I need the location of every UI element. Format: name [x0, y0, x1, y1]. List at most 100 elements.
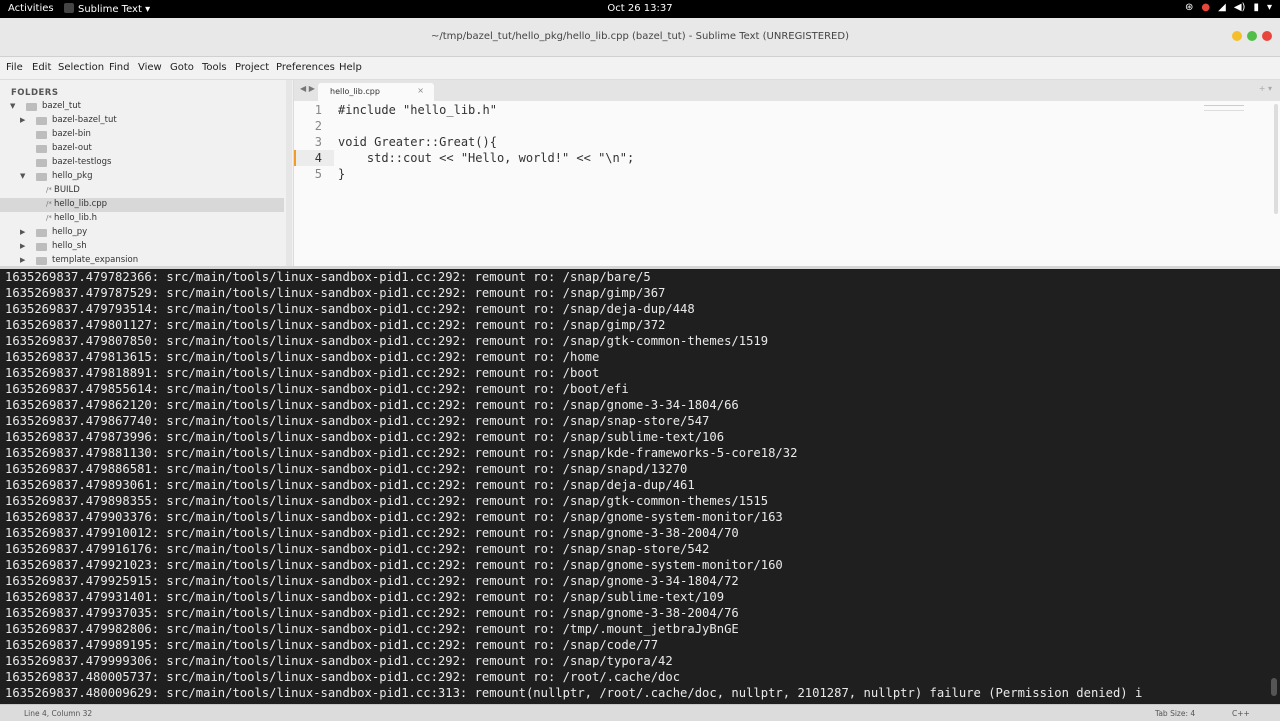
file-icon: /* [46, 214, 52, 222]
sidebar-folder-item[interactable]: ▼ hello_pkg [0, 170, 284, 184]
sidebar-file-item[interactable]: /* BUILD [0, 184, 284, 198]
code-text: void Greater::Great(){ [338, 135, 497, 149]
menu-edit[interactable]: Edit [32, 62, 51, 73]
console-line: 1635269837.479793514: src/main/tools/lin… [5, 302, 695, 316]
code-text: #include "hello_lib.h" [338, 103, 497, 117]
console-line: 1635269837.479903376: src/main/tools/lin… [5, 510, 783, 524]
minimap[interactable] [1204, 105, 1244, 111]
menu-selection[interactable]: Selection [58, 62, 104, 73]
app-menu-label: Sublime Text ▾ [78, 4, 151, 15]
sidebar-scrollbar[interactable] [286, 80, 292, 266]
activities-button[interactable]: Activities [8, 3, 54, 14]
sidebar-folder-item[interactable]: ▶ hello_py [0, 226, 284, 240]
disclosure-collapsed-icon[interactable]: ▶ [20, 256, 25, 264]
console-line: 1635269837.479982806: src/main/tools/lin… [5, 622, 739, 636]
line-number: 4 [314, 151, 322, 165]
menu-preferences[interactable]: Preferences [276, 62, 335, 73]
sidebar-file-item[interactable]: /* hello_lib.h [0, 212, 284, 226]
new-tab-icon[interactable]: + ▾ [1259, 84, 1272, 93]
sidebar-folders: FOLDERS ▼ bazel_tut ▶ bazel-bazel_tut bazel-… [0, 80, 294, 266]
sidebar-folder-item[interactable]: ▶ hello_sh [0, 240, 284, 254]
app-menu-button[interactable]: Sublime Text ▾ [64, 3, 150, 15]
console-line: 1635269837.479999306: src/main/tools/lin… [5, 654, 673, 668]
disclosure-expanded-icon[interactable]: ▼ [20, 172, 25, 180]
console-scrollbar-thumb[interactable] [1271, 678, 1277, 696]
window-title-bar[interactable]: ~/tmp/bazel_tut/hello_pkg/hello_lib.cpp … [0, 18, 1280, 57]
wifi-icon[interactable]: ◢ [1218, 2, 1226, 13]
menu-project[interactable]: Project [235, 62, 269, 73]
folder-icon [36, 117, 47, 125]
battery-icon[interactable]: ▮ [1253, 2, 1259, 13]
tab-nav-arrows-icon[interactable]: ◀ ▶ [300, 84, 315, 93]
sidebar-folder-item[interactable]: ▶ bazel-bazel_tut [0, 114, 284, 128]
console-line: 1635269837.479931401: src/main/tools/lin… [5, 590, 725, 604]
folder-icon [36, 131, 47, 139]
console-line: 1635269837.479937035: src/main/tools/lin… [5, 606, 739, 620]
menu-goto[interactable]: Goto [170, 62, 194, 73]
sidebar-item-label: hello_lib.cpp [54, 199, 108, 209]
console-line: 1635269837.479881130: src/main/tools/lin… [5, 446, 798, 460]
editor-pane: ◀ ▶ hello_lib.cpp × + ▾ 1 #include "hello… [294, 80, 1280, 266]
disclosure-collapsed-icon[interactable]: ▶ [20, 116, 25, 124]
sidebar-folder-item[interactable]: ▼ bazel_tut [0, 100, 284, 114]
file-icon: /* [46, 200, 52, 208]
system-top-bar: Activities Sublime Text ▾ Oct 26 13:37 ⊛… [0, 0, 1280, 18]
code-line[interactable]: 1 #include "hello_lib.h" [294, 102, 1280, 118]
sidebar-file-item[interactable]: /* hello_lib.cpp [0, 198, 284, 212]
disclosure-collapsed-icon[interactable]: ▶ [20, 228, 25, 236]
folder-icon [36, 159, 47, 167]
menu-help[interactable]: Help [339, 62, 362, 73]
close-button[interactable] [1262, 31, 1272, 41]
tab-label: hello_lib.cpp [330, 87, 380, 96]
folder-icon [36, 257, 47, 265]
record-icon[interactable]: ● [1201, 2, 1210, 13]
clock[interactable]: Oct 26 13:37 [0, 3, 1280, 14]
menu-file[interactable]: File [6, 62, 23, 73]
folder-icon [26, 103, 37, 111]
status-icon[interactable]: ⊛ [1185, 2, 1193, 13]
sidebar-folder-item[interactable]: bazel-testlogs [0, 156, 284, 170]
folder-icon [36, 145, 47, 153]
code-line[interactable]: 4 std::cout << "Hello, world!" << "\n"; [294, 150, 1280, 166]
status-bar: Line 4, Column 32 Tab Size: 4 C++ [0, 704, 1280, 721]
menu-view[interactable]: View [138, 62, 162, 73]
disclosure-collapsed-icon[interactable]: ▶ [20, 242, 25, 250]
sidebar-folder-item[interactable]: bazel-bin [0, 128, 284, 142]
console-line: 1635269837.479921023: src/main/tools/lin… [5, 558, 783, 572]
console-line: 1635269837.479862120: src/main/tools/lin… [5, 398, 739, 412]
menu-find[interactable]: Find [109, 62, 130, 73]
sidebar-item-label: hello_py [52, 227, 88, 237]
window-title: ~/tmp/bazel_tut/hello_pkg/hello_lib.cpp … [431, 31, 849, 42]
console-line: 1635269837.479886581: src/main/tools/lin… [5, 462, 688, 476]
sidebar-item-label: bazel-out [52, 143, 92, 153]
line-number: 1 [314, 103, 322, 117]
build-output-panel[interactable]: 1635269837.479782366: src/main/tools/lin… [0, 269, 1280, 704]
sidebar-folder-item[interactable]: ▶ template_expansion [0, 254, 284, 266]
tab-size-selector[interactable]: Tab Size: 4 [1155, 709, 1195, 718]
code-line[interactable]: 2 [294, 118, 1280, 134]
system-menu-chevron-icon[interactable]: ▾ [1267, 2, 1272, 13]
code-line[interactable]: 5} [294, 166, 1280, 182]
code-text: std::cout << "Hello, world!" << "\n"; [338, 151, 635, 165]
syntax-selector[interactable]: C++ [1232, 709, 1250, 718]
disclosure-expanded-icon[interactable]: ▼ [10, 102, 15, 110]
tab-hello-lib-cpp[interactable]: hello_lib.cpp × [318, 83, 434, 101]
volume-icon[interactable]: ◀) [1234, 2, 1246, 13]
console-scrollbar[interactable] [1271, 269, 1277, 704]
sidebar-item-label: bazel-testlogs [52, 157, 112, 167]
sidebar-folder-item[interactable]: bazel-out [0, 142, 284, 156]
system-tray[interactable]: ⊛ ● ◢ ◀) ▮ ▾ [1185, 2, 1272, 13]
file-icon: /* [46, 186, 52, 194]
tab-close-icon[interactable]: × [417, 86, 424, 95]
console-line: 1635269837.479989195: src/main/tools/lin… [5, 638, 659, 652]
maximize-button[interactable] [1247, 31, 1257, 41]
menu-bar: File Edit Selection Find View Goto Tools… [0, 57, 1280, 80]
window-controls [1232, 31, 1272, 41]
console-line: 1635269837.479818891: src/main/tools/lin… [5, 366, 600, 380]
menu-tools[interactable]: Tools [202, 62, 227, 73]
sidebar-item-label: hello_lib.h [54, 213, 97, 223]
minimize-button[interactable] [1232, 31, 1242, 41]
code-line[interactable]: 3 void Greater::Great(){ [294, 134, 1280, 150]
console-line: 1635269837.479873996: src/main/tools/lin… [5, 430, 725, 444]
editor-scrollbar[interactable] [1274, 104, 1278, 214]
